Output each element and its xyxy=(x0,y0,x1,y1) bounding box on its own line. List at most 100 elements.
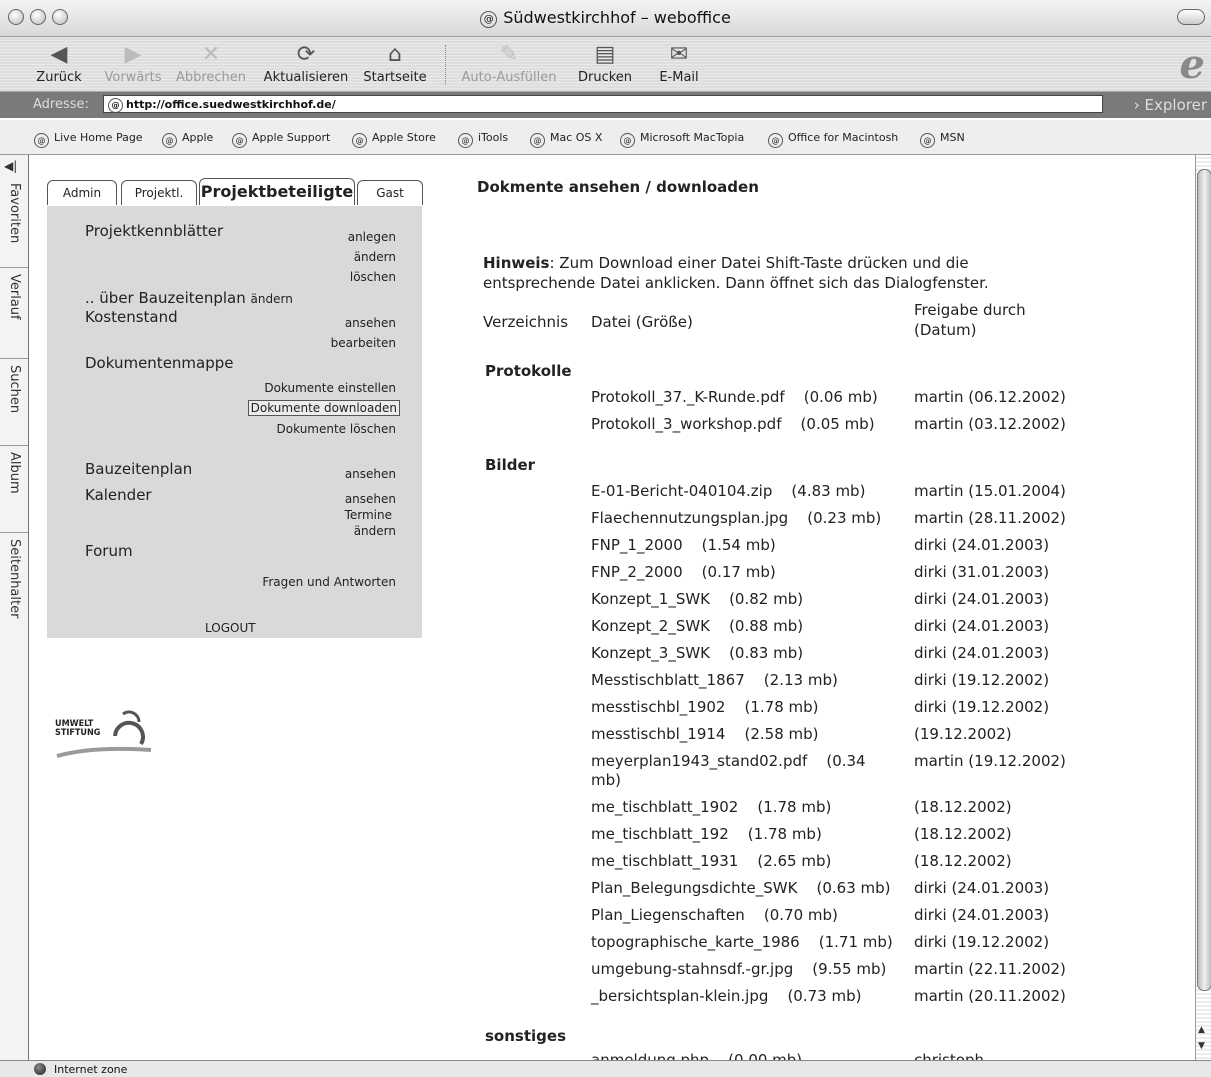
address-input[interactable]: @ http://office.suedwestkirchhof.de/ xyxy=(103,95,1103,113)
tab-projektl[interactable]: Projektl. xyxy=(121,180,197,205)
file-row: me_tischblatt_1902 (1.78 mb) (18.12.2002) xyxy=(477,798,1177,822)
sidetab-favoriten[interactable]: Favoriten xyxy=(0,177,28,268)
file-link[interactable]: me_tischblatt_1902 (1.78 mb) xyxy=(591,798,831,816)
link-dokumente-downloaden[interactable]: Dokumente downloaden xyxy=(247,400,400,416)
toolbar: ◀ Zurück ▶ Vorwärts ✕ Abbrechen ⟳ Aktualisie… xyxy=(0,37,1211,92)
file-link[interactable]: Protokoll_37._K-Runde.pdf (0.06 mb) xyxy=(591,388,878,406)
scroll-up-arrow-icon[interactable]: ▲ xyxy=(1198,1025,1205,1035)
link-termine-aendern[interactable]: ändern xyxy=(354,524,396,538)
link-kennblatt-anlegen[interactable]: anlegen xyxy=(348,230,396,244)
nav-heading-kalender: Kalender xyxy=(85,486,152,504)
file-link[interactable]: Plan_Belegungsdichte_SWK (0.63 mb) xyxy=(591,879,891,897)
release-info: dirki (19.12.2002) xyxy=(914,671,1050,689)
nav-heading-forum: Forum xyxy=(85,542,133,560)
release-info: dirki (24.01.2003) xyxy=(914,617,1050,635)
print-button[interactable]: ▤ Drucken xyxy=(574,37,636,91)
file-link-wrap[interactable]: mb) xyxy=(591,771,621,789)
vertical-scrollbar[interactable]: ▲ ▼ xyxy=(1195,155,1211,1060)
home-button[interactable]: ⌂ Startseite xyxy=(360,37,430,91)
link-kennblatt-loeschen[interactable]: löschen xyxy=(350,270,396,284)
link-ueber-bauzeitenplan-aendern[interactable]: ändern xyxy=(251,292,293,306)
sidetab-label: Album xyxy=(7,452,22,494)
file-row: Plan_Belegungsdichte_SWK (0.63 mb) dirki … xyxy=(477,879,1177,903)
refresh-button[interactable]: ⟳ Aktualisieren xyxy=(258,37,354,91)
address-label: Adresse: xyxy=(33,97,89,112)
stop-label: Abbrechen xyxy=(175,70,247,85)
favorite-label: Apple Store xyxy=(372,131,436,144)
file-link[interactable]: Plan_Liegenschaften (0.70 mb) xyxy=(591,906,838,924)
explorer-button[interactable]: › Explorer xyxy=(1134,96,1207,114)
file-link[interactable]: Messtischblatt_1867 (2.13 mb) xyxy=(591,671,838,689)
tab-label: Admin xyxy=(62,186,102,200)
file-link[interactable]: messtischbl_1914 (2.58 mb) xyxy=(591,725,819,743)
favorite-link[interactable]: @ Office for Macintosh xyxy=(768,131,898,148)
release-info: dirki (24.01.2003) xyxy=(914,590,1050,608)
toolbar-toggle-button[interactable] xyxy=(1177,9,1205,25)
link-bauzeitenplan-ansehen[interactable]: ansehen xyxy=(345,467,396,481)
home-label: Startseite xyxy=(363,70,427,85)
favorite-link[interactable]: @ MSN xyxy=(920,131,965,148)
stop-button[interactable]: ✕ Abbrechen xyxy=(172,37,250,91)
logo-emblem-icon xyxy=(56,710,152,758)
link-kostenstand-bearbeiten[interactable]: bearbeiten xyxy=(331,336,396,350)
autofill-button[interactable]: ✎ Auto-Ausfüllen xyxy=(454,37,564,91)
file-link[interactable]: me_tischblatt_1931 (2.65 mb) xyxy=(591,852,831,870)
sidetab-album[interactable]: Album xyxy=(0,446,28,533)
favorite-link[interactable]: @ Apple xyxy=(162,131,213,148)
file-link[interactable]: Flaechennutzungsplan.jpg (0.23 mb) xyxy=(591,509,881,527)
sidebar-toggle-icon[interactable]: ◀| xyxy=(4,159,17,173)
title-bar: @ Südwestkirchhof – weboffice xyxy=(0,0,1211,37)
hint-text-1: : Zum Download einer Datei Shift-Taste d… xyxy=(549,254,969,272)
link-kennblatt-aendern[interactable]: ändern xyxy=(354,250,396,264)
file-link[interactable]: Konzept_2_SWK (0.88 mb) xyxy=(591,617,803,635)
link-dokumente-loeschen[interactable]: Dokumente löschen xyxy=(277,422,396,436)
favorite-link[interactable]: @ Mac OS X xyxy=(530,131,602,148)
scrollbar-thumb[interactable] xyxy=(1197,169,1211,991)
logout-link[interactable]: LOGOUT xyxy=(205,621,256,635)
favorite-link[interactable]: @ iTools xyxy=(458,131,508,148)
column-header-datum: (Datum) xyxy=(914,321,977,339)
link-dokumente-einstellen[interactable]: Dokumente einstellen xyxy=(264,381,396,395)
file-link[interactable]: anmeldung.php (0.00 mb) xyxy=(591,1051,802,1060)
envelope-icon: ✉ xyxy=(669,42,689,67)
file-link[interactable]: _bersichtsplan-klein.jpg (0.73 mb) xyxy=(591,987,861,1005)
scroll-down-arrow-icon[interactable]: ▼ xyxy=(1198,1041,1205,1051)
at-icon: @ xyxy=(620,133,635,148)
file-link[interactable]: Konzept_3_SWK (0.83 mb) xyxy=(591,644,803,662)
nav-heading-dokumentenmappe: Dokumentenmappe xyxy=(85,354,234,372)
forward-button[interactable]: ▶ Vorwärts xyxy=(98,37,168,91)
mail-button[interactable]: ✉ E-Mail xyxy=(652,37,706,91)
release-info: dirki (19.12.2002) xyxy=(914,933,1050,951)
tab-admin[interactable]: Admin xyxy=(47,180,117,205)
file-link[interactable]: Protokoll_3_workshop.pdf (0.05 mb) xyxy=(591,415,875,433)
tab-gast[interactable]: Gast xyxy=(357,180,423,205)
file-row: Flaechennutzungsplan.jpg (0.23 mb) martin… xyxy=(477,509,1177,533)
window-title: @ Südwestkirchhof – weboffice xyxy=(0,8,1211,28)
favorite-link[interactable]: @ Live Home Page xyxy=(34,131,143,148)
file-link[interactable]: me_tischblatt_192 (1.78 mb) xyxy=(591,825,822,843)
file-link[interactable]: meyerplan1943_stand02.pdf (0.34 xyxy=(591,752,866,770)
back-button[interactable]: ◀ Zurück xyxy=(30,37,88,91)
file-link[interactable]: messtischbl_1902 (1.78 mb) xyxy=(591,698,819,716)
release-info: christoph xyxy=(914,1051,984,1060)
link-kostenstand-ansehen[interactable]: ansehen xyxy=(345,316,396,330)
file-link[interactable]: FNP_2_2000 (0.17 mb) xyxy=(591,563,776,581)
file-row: Plan_Liegenschaften (0.70 mb) dirki (24.0… xyxy=(477,906,1177,930)
file-link[interactable]: Konzept_1_SWK (0.82 mb) xyxy=(591,590,803,608)
release-info: martin (20.11.2002) xyxy=(914,987,1066,1005)
file-link[interactable]: E-01-Bericht-040104.zip (4.83 mb) xyxy=(591,482,865,500)
favorite-link[interactable]: @ Apple Support xyxy=(232,131,330,148)
link-fragen-und-antworten[interactable]: Fragen und Antworten xyxy=(262,575,396,589)
file-link[interactable]: umgebung-stahnsdf.-gr.jpg (9.55 mb) xyxy=(591,960,886,978)
file-link[interactable]: FNP_1_2000 (1.54 mb) xyxy=(591,536,776,554)
sidetab-seitenhalter[interactable]: Seitenhalter xyxy=(0,533,28,643)
tab-projektbeteiligte[interactable]: Projektbeteiligte xyxy=(199,178,355,205)
file-link[interactable]: topographische_karte_1986 (1.71 mb) xyxy=(591,933,893,951)
link-kalender-ansehen[interactable]: ansehen xyxy=(345,492,396,506)
back-label: Zurück xyxy=(36,70,82,85)
stop-x-icon: ✕ xyxy=(201,42,221,67)
sidetab-suchen[interactable]: Suchen xyxy=(0,359,28,446)
favorite-link[interactable]: @ Apple Store xyxy=(352,131,436,148)
sidetab-verlauf[interactable]: Verlauf xyxy=(0,268,28,359)
favorite-link[interactable]: @ Microsoft MacTopia xyxy=(620,131,744,148)
